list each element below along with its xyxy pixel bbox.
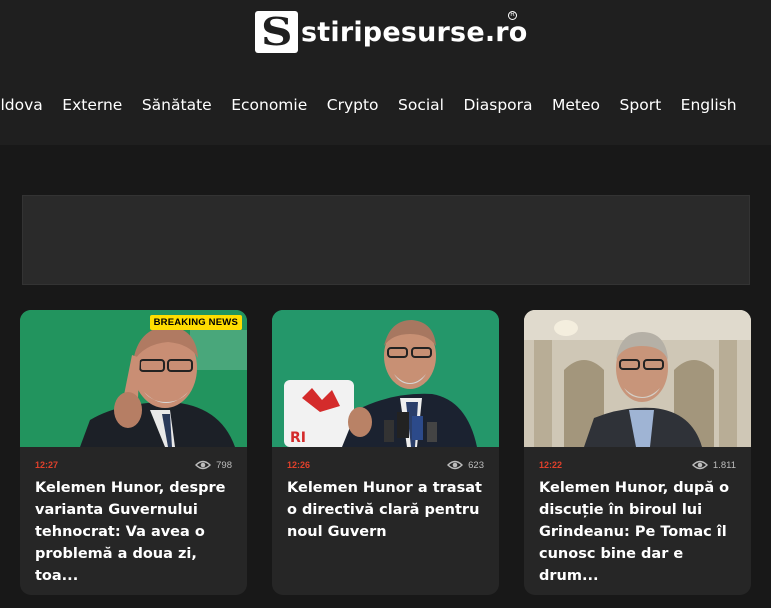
eye-icon — [195, 460, 212, 470]
breaking-news-badge: BREAKING NEWS — [149, 315, 242, 330]
article-views-count: 798 — [216, 459, 232, 471]
nav-item-social[interactable]: Social — [398, 96, 444, 114]
article-title[interactable]: Kelemen Hunor, despre varianta Guvernulu… — [35, 477, 235, 587]
nav-item-english[interactable]: English — [681, 96, 737, 114]
article-photo-2[interactable]: RI — [272, 310, 499, 447]
article-time: 12:22 — [539, 460, 563, 470]
eye-icon — [691, 460, 708, 470]
nav-item-economie[interactable]: Economie — [231, 96, 307, 114]
article-meta: 12:27 798 — [35, 458, 232, 472]
article-time: 12:27 — [35, 460, 59, 470]
main-nav: oldova Externe Sănătate Economie Crypto … — [0, 92, 756, 118]
ad-banner-slot — [22, 195, 750, 285]
article-photo-3[interactable] — [524, 310, 751, 447]
nav-item-sport[interactable]: Sport — [620, 96, 662, 114]
article-views: 798 — [195, 460, 232, 471]
article-title[interactable]: Kelemen Hunor a trasat o directivă clară… — [287, 477, 487, 543]
article-meta: 12:26 623 — [287, 458, 484, 472]
article-views-count: 1.811 — [712, 459, 736, 471]
article-photo-1[interactable]: BREAKING NEWS — [20, 310, 247, 447]
article-card-3[interactable]: 12:22 1.811 Kelemen Hunor, după o discuț… — [524, 310, 751, 595]
logo-mark: S — [255, 11, 298, 53]
nav-item-crypto[interactable]: Crypto — [327, 96, 379, 114]
article-card-1[interactable]: BREAKING NEWS 12:27 798 Kelemen Hunor, d… — [20, 310, 247, 595]
article-card-2[interactable]: RI 12:26 623 Kelemen Hunor a trasat o di… — [272, 310, 499, 595]
article-photo-2-image: RI — [272, 310, 499, 447]
site-logo[interactable]: S stiripesurse.ro — [255, 11, 528, 53]
article-time: 12:26 — [287, 460, 311, 470]
article-meta: 12:22 1.811 — [539, 458, 736, 472]
registered-mark: R — [508, 11, 517, 20]
eye-icon — [447, 460, 464, 470]
logo-letter: S — [260, 9, 293, 54]
logo-text: stiripesurse.ro — [301, 16, 528, 48]
article-views: 1.811 — [691, 459, 736, 471]
nav-item-moldova[interactable]: oldova — [0, 96, 43, 114]
article-photo-1-image — [20, 310, 247, 447]
article-title[interactable]: Kelemen Hunor, după o discuție în biroul… — [539, 477, 739, 587]
article-views: 623 — [447, 460, 484, 471]
article-views-count: 623 — [468, 459, 484, 471]
site-header: S stiripesurse.ro R oldova Externe Sănăt… — [0, 0, 771, 145]
nav-item-meteo[interactable]: Meteo — [552, 96, 600, 114]
article-photo-3-image — [524, 310, 751, 447]
nav-item-sanatate[interactable]: Sănătate — [142, 96, 212, 114]
svg-text:RI: RI — [290, 430, 306, 446]
nav-item-externe[interactable]: Externe — [62, 96, 122, 114]
nav-item-diaspora[interactable]: Diaspora — [464, 96, 533, 114]
